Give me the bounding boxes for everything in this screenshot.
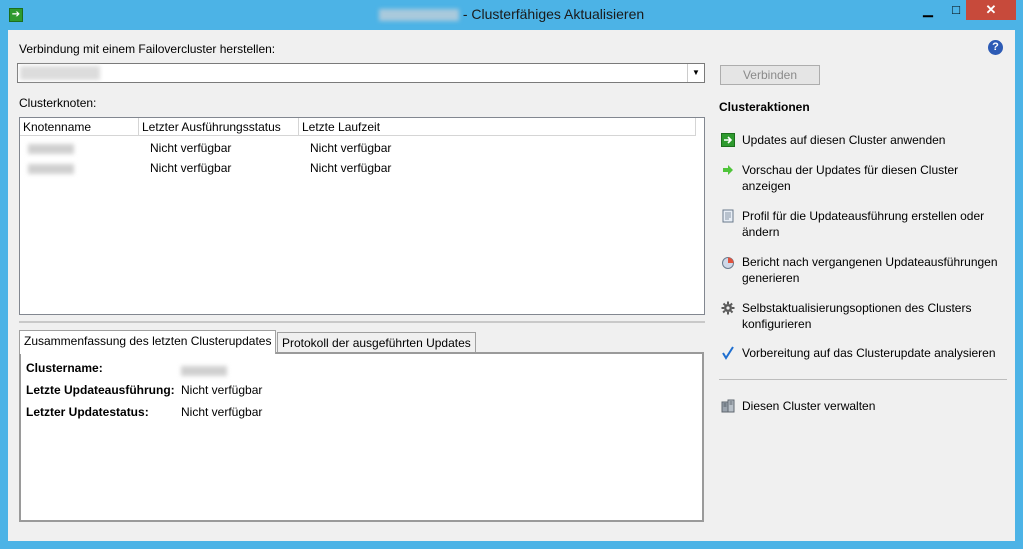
summary-panel: Clustername: Letzte Updateausführung: Ni… (19, 352, 704, 522)
action-label: Diesen Cluster verwalten (742, 399, 876, 413)
checkmark-icon (722, 346, 734, 360)
action-label: Profil für die Updateausführung erstelle… (742, 209, 985, 239)
tab-update-log[interactable]: Protokoll der ausgeführten Updates (277, 332, 476, 352)
minimize-button[interactable]: ▁ (915, 0, 941, 20)
actions-separator (719, 379, 1007, 380)
apply-updates-icon (721, 133, 735, 147)
column-header-last-status[interactable]: Letzter Ausführungsstatus (139, 118, 299, 136)
action-label: Bericht nach vergangenen Updateausführun… (742, 255, 998, 285)
action-label: Vorbereitung auf das Clusterupdate analy… (742, 346, 996, 360)
server-icon (721, 399, 735, 413)
connection-label: Verbindung mit einem Failovercluster her… (19, 42, 276, 56)
last-run-value: Nicht verfügbar (181, 383, 263, 397)
panel-splitter[interactable] (19, 321, 705, 323)
connect-button[interactable]: Verbinden (720, 65, 820, 85)
cluster-actions-heading: Clusteraktionen (719, 100, 810, 114)
cluster-nodes-label: Clusterknoten: (19, 96, 97, 110)
last-run-label: Letzte Updateausführung: (26, 383, 175, 397)
cluster-name-blurred (20, 66, 100, 80)
node-runtime: Nicht verfügbar (310, 161, 392, 175)
cluster-name-label: Clustername: (26, 361, 103, 375)
cluster-combobox[interactable]: ▼ (17, 63, 705, 83)
action-label: Vorschau der Updates für diesen Cluster … (742, 163, 959, 193)
last-status-label: Letzter Updatestatus: (26, 405, 149, 419)
help-icon[interactable]: ? (988, 40, 1003, 55)
column-header-last-runtime[interactable]: Letzte Laufzeit (299, 118, 696, 136)
node-runtime: Nicht verfügbar (310, 141, 392, 155)
cluster-name-value-blurred (181, 363, 227, 377)
profile-document-icon (722, 209, 734, 223)
node-status: Nicht verfügbar (150, 161, 232, 175)
main-panel: Verbindung mit einem Failovercluster her… (8, 30, 1015, 541)
close-button[interactable]: ✕ (966, 0, 1016, 20)
cluster-nodes-list[interactable]: Knotenname Letzter Ausführungsstatus Let… (19, 117, 705, 315)
preview-arrow-icon (723, 165, 733, 175)
column-header-node-name[interactable]: Knotenname (20, 118, 139, 136)
node-name-blurred (28, 139, 74, 157)
chevron-down-icon[interactable]: ▼ (687, 64, 704, 82)
node-name-blurred (28, 159, 74, 177)
app-window: ➔ - Clusterfähiges Aktualisieren ▁ □ ✕ V… (0, 0, 1023, 549)
node-status: Nicht verfügbar (150, 141, 232, 155)
title-bar[interactable]: ➔ - Clusterfähiges Aktualisieren ▁ □ ✕ (0, 0, 1023, 30)
tab-summary[interactable]: Zusammenfassung des letzten Clusterupdat… (19, 330, 277, 354)
action-label: Selbstaktualisierungsoptionen des Cluste… (742, 301, 972, 331)
gear-icon (721, 301, 735, 315)
action-label: Updates auf diesen Cluster anwenden (742, 133, 946, 147)
cluster-name-blurred (378, 9, 459, 22)
last-status-value: Nicht verfügbar (181, 405, 263, 419)
window-title: - Clusterfähiges Aktualisieren (0, 6, 1023, 22)
report-chart-icon (722, 257, 734, 269)
